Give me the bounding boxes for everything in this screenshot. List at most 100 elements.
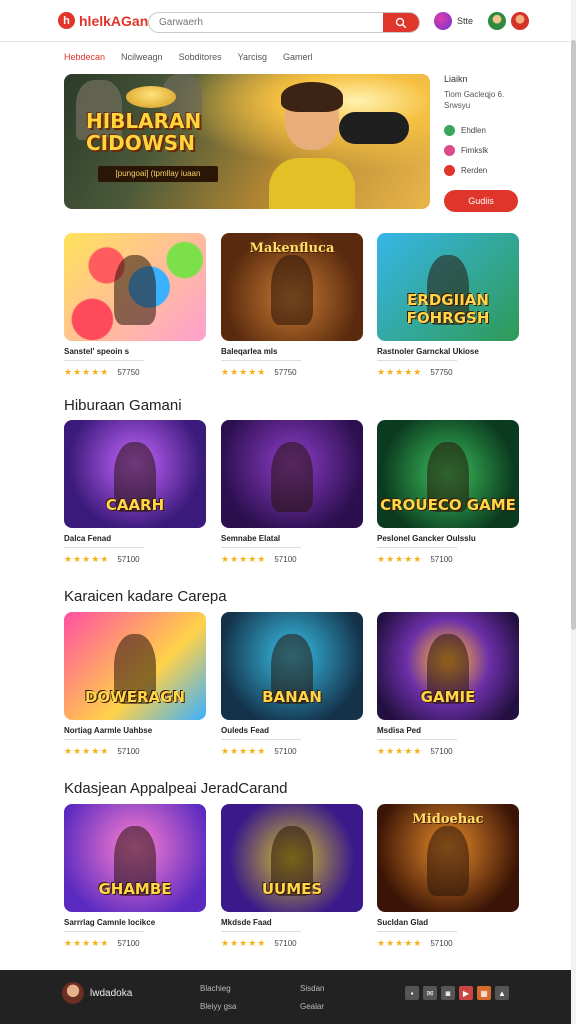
game-title[interactable]: Sanstel' speoin s (64, 347, 206, 356)
game-art-text: GAMIE (420, 688, 476, 706)
arrow-up-icon[interactable]: ▲ (495, 986, 509, 1000)
game-title[interactable]: Nortiag Aarmle Uahbse (64, 726, 206, 735)
grid-icon[interactable]: ▦ (477, 986, 491, 1000)
game-thumbnail[interactable]: Midoehac (377, 804, 519, 912)
game-card[interactable]: Semnabe Elatal ★★★★★ 57100 (221, 420, 363, 565)
game-art-text: UUMES (261, 880, 323, 898)
game-title[interactable]: Ouleds Fead (221, 726, 363, 735)
nav-item-5[interactable]: Gamerl (283, 52, 313, 62)
logo-mark-icon: h (58, 12, 75, 29)
rating-count: 57750 (430, 368, 453, 377)
game-thumbnail[interactable]: Makenfluca (221, 233, 363, 341)
game-card[interactable]: CAARH Dalca Fenad ★★★★★ 57100 (64, 420, 206, 565)
hero-side-panel: Liaikn Tiom Gacleqjo 6. Srwsyu Ehdlen Fi… (444, 74, 524, 212)
footer-link[interactable]: Blachieg (200, 984, 236, 993)
rating-count: 57100 (430, 939, 453, 948)
footer-link[interactable]: Bleiyy gsa (200, 1002, 236, 1011)
hero-banner[interactable]: HIBLARAN CIDOWSN [pungoai] (tpmllay iuaa… (64, 74, 430, 209)
game-card[interactable]: Makenfluca Baleqarlea mls ★★★★★ 57750 (221, 233, 363, 378)
game-thumbnail[interactable]: ERDGIIAN FOHRGSH (377, 233, 519, 341)
game-thumbnail[interactable]: CAARH (64, 420, 206, 528)
game-thumbnail[interactable]: GHAMBE (64, 804, 206, 912)
game-card[interactable]: ERDGIIAN FOHRGSH Rastnoler Garnckal Ukios… (377, 233, 519, 378)
footer-avatar (62, 982, 84, 1004)
game-row: GHAMBE Sarrrlag Camnle Iocikce ★★★★★ 57100 U… (64, 804, 519, 954)
game-card[interactable]: BANAN Ouleds Fead ★★★★★ 57100 (221, 612, 363, 757)
game-rating: ★★★★★ 57750 (377, 367, 519, 378)
game-thumbnail[interactable]: UUMES (221, 804, 363, 912)
footer-link[interactable]: Sisdan (300, 984, 324, 993)
game-art-text: CAARH (105, 496, 165, 514)
game-title[interactable]: Dalca Fenad (64, 534, 206, 543)
game-title[interactable]: Msdisa Ped (377, 726, 519, 735)
game-thumbnail[interactable] (221, 420, 363, 528)
game-card[interactable]: CROUECO GAME Peslonel Gancker Oulsslu ★★★★… (377, 420, 519, 565)
side-description: Tiom Gacleqjo 6. Srwsyu (444, 90, 505, 110)
search-bar (148, 12, 420, 33)
app-badge-icon[interactable] (434, 12, 452, 30)
game-title[interactable]: Mkdsde Faad (221, 918, 363, 927)
character-figure (427, 826, 469, 896)
game-rating: ★★★★★ 57100 (377, 746, 519, 757)
rating-count: 57100 (430, 555, 453, 564)
hero-cta-button[interactable]: Gudiis (444, 190, 518, 212)
profile-avatar[interactable] (511, 12, 530, 30)
camera-icon[interactable]: ◙ (441, 986, 455, 1000)
header-actions: Stte (434, 12, 530, 30)
side-item-3[interactable]: Rerden (444, 165, 524, 176)
footer-link[interactable]: Gealar (300, 1002, 324, 1011)
green-dot-icon (444, 125, 455, 136)
game-rating: ★★★★★ 57100 (64, 746, 206, 757)
site-logo[interactable]: h hlelkAGan (58, 12, 148, 29)
game-card[interactable]: DOWERAGN Nortiag Aarmle Uahbse ★★★★★ 57100 (64, 612, 206, 757)
mail-icon[interactable]: ✉ (423, 986, 437, 1000)
game-title[interactable]: Sarrrlag Camnle Iocikce (64, 918, 206, 927)
side-item-1[interactable]: Ehdlen (444, 125, 524, 136)
game-thumbnail[interactable]: BANAN (221, 612, 363, 720)
game-thumbnail[interactable]: CROUECO GAME (377, 420, 519, 528)
game-title[interactable]: Peslonel Gancker Oulsslu (377, 534, 519, 543)
star-rating-icon: ★★★★★ (377, 938, 423, 948)
game-art-text: DOWERAGN (84, 688, 186, 706)
nav-item-4[interactable]: Yarcisg (238, 52, 267, 62)
side-title: Liaikn (444, 74, 468, 84)
nav-item-2[interactable]: Ncilweagn (121, 52, 163, 62)
badge-label: Stte (457, 16, 474, 26)
game-thumbnail[interactable] (64, 233, 206, 341)
star-rating-icon: ★★★★★ (377, 367, 423, 377)
rating-count: 57100 (274, 747, 297, 756)
scrollbar-thumb[interactable] (571, 40, 576, 630)
game-row: CAARH Dalca Fenad ★★★★★ 57100 Semnabe Elatal… (64, 420, 519, 570)
square-social-icon[interactable]: ▪ (405, 986, 419, 1000)
game-card[interactable]: UUMES Mkdsde Faad ★★★★★ 57100 (221, 804, 363, 949)
side-item-2[interactable]: Fimkslk (444, 145, 524, 156)
star-rating-icon: ★★★★★ (221, 938, 267, 948)
game-card[interactable]: Midoehac Sucldan Glad ★★★★★ 57100 (377, 804, 519, 949)
game-art-text: ERDGIIAN FOHRGSH (406, 291, 490, 327)
video-icon[interactable]: ▶ (459, 986, 473, 1000)
game-title[interactable]: Sucldan Glad (377, 918, 519, 927)
rating-count: 57100 (117, 555, 140, 564)
game-thumbnail[interactable]: GAMIE (377, 612, 519, 720)
footer-logo[interactable]: lwdadoka (62, 982, 132, 1004)
game-card[interactable]: GHAMBE Sarrrlag Camnle Iocikce ★★★★★ 57100 (64, 804, 206, 949)
game-card[interactable]: Sanstel' speoin s ★★★★★ 57750 (64, 233, 206, 378)
search-button[interactable] (383, 13, 419, 32)
search-input[interactable] (149, 13, 385, 32)
nav-item-3[interactable]: Sobditores (179, 52, 222, 62)
social-links: ▪ ✉ ◙ ▶ ▦ ▲ (405, 986, 509, 1000)
game-title[interactable]: Baleqarlea mls (221, 347, 363, 356)
game-title[interactable]: Rastnoler Garnckal Ukiose (377, 347, 519, 356)
game-title[interactable]: Semnabe Elatal (221, 534, 363, 543)
nav-item-home[interactable]: Hebdecan (64, 52, 105, 62)
user-avatar[interactable] (488, 12, 507, 30)
star-rating-icon: ★★★★★ (64, 746, 110, 756)
page-scrollbar[interactable] (571, 0, 576, 1024)
game-rating: ★★★★★ 57100 (377, 938, 519, 949)
game-meta-line (64, 360, 144, 361)
game-meta-line (377, 739, 457, 740)
game-thumbnail[interactable]: DOWERAGN (64, 612, 206, 720)
game-card[interactable]: GAMIE Msdisa Ped ★★★★★ 57100 (377, 612, 519, 757)
search-icon (395, 17, 407, 28)
star-rating-icon: ★★★★★ (377, 554, 423, 564)
